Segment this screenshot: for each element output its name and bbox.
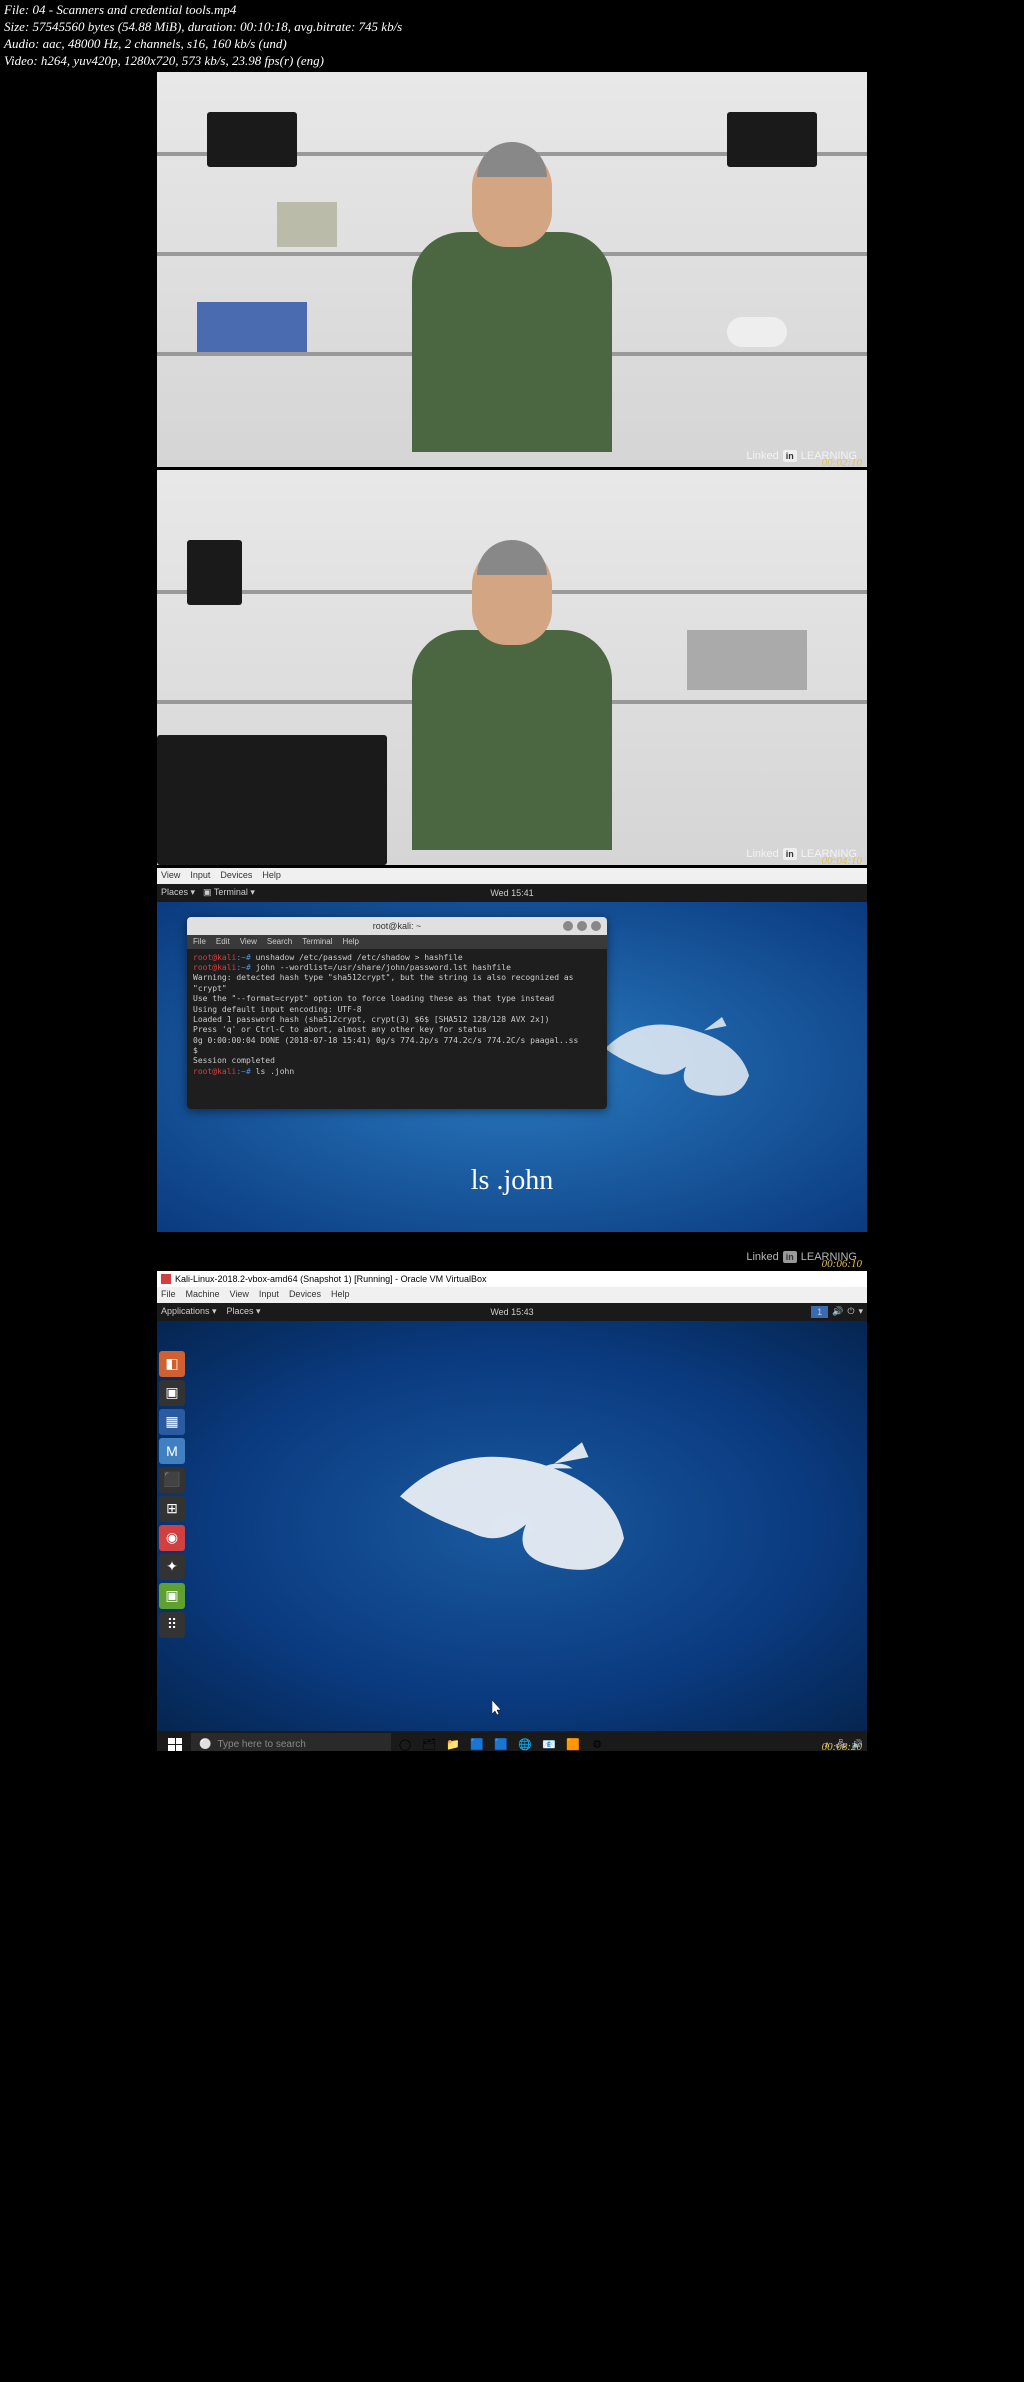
vb-menu-machine[interactable]: Machine: [186, 1289, 220, 1301]
search-input[interactable]: ⚪ Type here to search: [191, 1733, 391, 1751]
minimize-button[interactable]: [563, 921, 573, 931]
terminal-output[interactable]: root@kali:~# unshadow /etc/passwd /etc/s…: [187, 949, 607, 1109]
vb-menu-file[interactable]: File: [161, 1289, 176, 1301]
vb-menu-devices[interactable]: Devices: [289, 1289, 321, 1301]
dock-item[interactable]: ◧: [159, 1351, 185, 1377]
presenter: [392, 147, 632, 467]
vb-menu-help[interactable]: Help: [262, 870, 281, 882]
frame-timestamp: 00:04:10: [822, 855, 862, 865]
meta-audio: Audio: aac, 48000 Hz, 2 channels, s16, 1…: [4, 36, 1020, 53]
meta-size: Size: 57545560 bytes (54.88 MiB), durati…: [4, 19, 1020, 36]
laptop-stack: [687, 630, 807, 690]
virtualbox-menu[interactable]: View Input Devices Help: [157, 868, 867, 884]
taskbar-icon[interactable]: ⚙: [585, 1733, 609, 1751]
network-gear: [277, 202, 337, 247]
vb-menu-view[interactable]: View: [161, 870, 180, 882]
access-point: [727, 317, 787, 347]
frame-timestamp: 00:06:10: [822, 1258, 862, 1268]
kali-top-bar[interactable]: Applications ▾ Places ▾ Wed 15:43 1 🔊 ⏻ …: [157, 1303, 867, 1321]
taskbar-icon[interactable]: 📁: [441, 1733, 465, 1751]
dock-item[interactable]: ⠿: [159, 1612, 185, 1638]
frame-timestamp: 00:08:20: [822, 1741, 862, 1751]
maximize-button[interactable]: [577, 921, 587, 931]
sound-icon[interactable]: 🔊: [832, 1306, 843, 1317]
meta-file: File: 04 - Scanners and credential tools…: [4, 2, 1020, 19]
clock: Wed 15:41: [490, 888, 533, 898]
commodore-box: [197, 302, 307, 352]
kali-top-bar[interactable]: Places ▾ ▣ Terminal ▾ Wed 15:41: [157, 884, 867, 902]
dock-item[interactable]: ⊞: [159, 1496, 185, 1522]
laptop-prop: [207, 112, 297, 167]
terminal-indicator[interactable]: ▣ Terminal ▾: [203, 887, 255, 898]
workspace-indicator[interactable]: 1: [811, 1306, 828, 1318]
taskbar-icon[interactable]: 📧: [537, 1733, 561, 1751]
close-button[interactable]: [591, 921, 601, 931]
power-icon[interactable]: ⏻: [847, 1306, 854, 1317]
laptop-prop: [727, 112, 817, 167]
taskbar-icon[interactable]: 🟧: [561, 1733, 585, 1751]
video-frame-4: Kali-Linux-2018.2-vbox-amd64 (Snapshot 1…: [157, 1271, 867, 1751]
virtualbox-titlebar[interactable]: Kali-Linux-2018.2-vbox-amd64 (Snapshot 1…: [157, 1271, 867, 1287]
taskbar-icon[interactable]: 🌐: [513, 1733, 537, 1751]
video-frame-3: View Input Devices Help Places ▾ ▣ Termi…: [157, 868, 867, 1268]
kali-desktop: root@kali: ~ File Edit View Search Termi…: [157, 902, 867, 1232]
kali-desktop[interactable]: ◧ ▣ ▦ M ⬛ ⊞ ◉ ✦ ▣ ⠿: [157, 1321, 867, 1731]
frame-timestamp: 00:02:10: [822, 457, 862, 467]
windows-taskbar[interactable]: ⚪ Type here to search ◯🗂📁🟦🟦🌐📧🟧⚙ ˄ 🖧 🔊: [157, 1731, 867, 1751]
taskbar-icon[interactable]: ◯: [393, 1733, 417, 1751]
terminal-titlebar[interactable]: root@kali: ~: [187, 917, 607, 935]
video-frame-2: LinkedinLEARNING 00:04:10: [157, 470, 867, 865]
laptop-foreground: [157, 735, 387, 865]
vb-menu-view[interactable]: View: [230, 1289, 249, 1301]
kali-dragon-logo: [372, 1405, 652, 1625]
virtualbox-menu[interactable]: File Machine View Input Devices Help: [157, 1287, 867, 1303]
kali-dock[interactable]: ◧ ▣ ▦ M ⬛ ⊞ ◉ ✦ ▣ ⠿: [159, 1351, 189, 1638]
subtitle-caption: ls .john: [471, 1165, 553, 1197]
dock-item[interactable]: ⬛: [159, 1467, 185, 1493]
terminal-window[interactable]: root@kali: ~ File Edit View Search Termi…: [187, 917, 607, 1109]
taskbar-icon[interactable]: 🟦: [489, 1733, 513, 1751]
vb-menu-help[interactable]: Help: [331, 1289, 350, 1301]
virtualbox-icon: [161, 1274, 171, 1284]
dock-item[interactable]: M: [159, 1438, 185, 1464]
dock-item[interactable]: ▦: [159, 1409, 185, 1435]
taskbar-icon[interactable]: 🗂: [417, 1733, 441, 1751]
clock: Wed 15:43: [490, 1307, 533, 1317]
dropdown-icon[interactable]: ▾: [858, 1306, 863, 1317]
nas-box: [187, 540, 242, 605]
start-button[interactable]: [161, 1733, 189, 1751]
video-frame-1: LinkedinLEARNING 00:02:10: [157, 72, 867, 467]
vb-menu-input[interactable]: Input: [259, 1289, 279, 1301]
mouse-cursor: [492, 1700, 504, 1716]
dock-item[interactable]: ✦: [159, 1554, 185, 1580]
windows-logo-icon: [168, 1738, 182, 1751]
kali-dragon-logo: [587, 992, 767, 1132]
dock-item[interactable]: ▣: [159, 1583, 185, 1609]
file-metadata: File: 04 - Scanners and credential tools…: [0, 0, 1024, 72]
dock-item[interactable]: ◉: [159, 1525, 185, 1551]
taskbar-icon[interactable]: 🟦: [465, 1733, 489, 1751]
search-icon: ⚪: [199, 1739, 211, 1750]
dock-item[interactable]: ▣: [159, 1380, 185, 1406]
places-menu[interactable]: Places ▾: [161, 887, 195, 898]
presenter: [392, 545, 632, 865]
terminal-menu[interactable]: File Edit View Search Terminal Help: [187, 935, 607, 949]
applications-menu[interactable]: Applications ▾: [161, 1306, 217, 1317]
vb-menu-input[interactable]: Input: [190, 870, 210, 882]
places-menu[interactable]: Places ▾: [227, 1306, 261, 1317]
vb-menu-devices[interactable]: Devices: [220, 870, 252, 882]
meta-video: Video: h264, yuv420p, 1280x720, 573 kb/s…: [4, 53, 1020, 70]
